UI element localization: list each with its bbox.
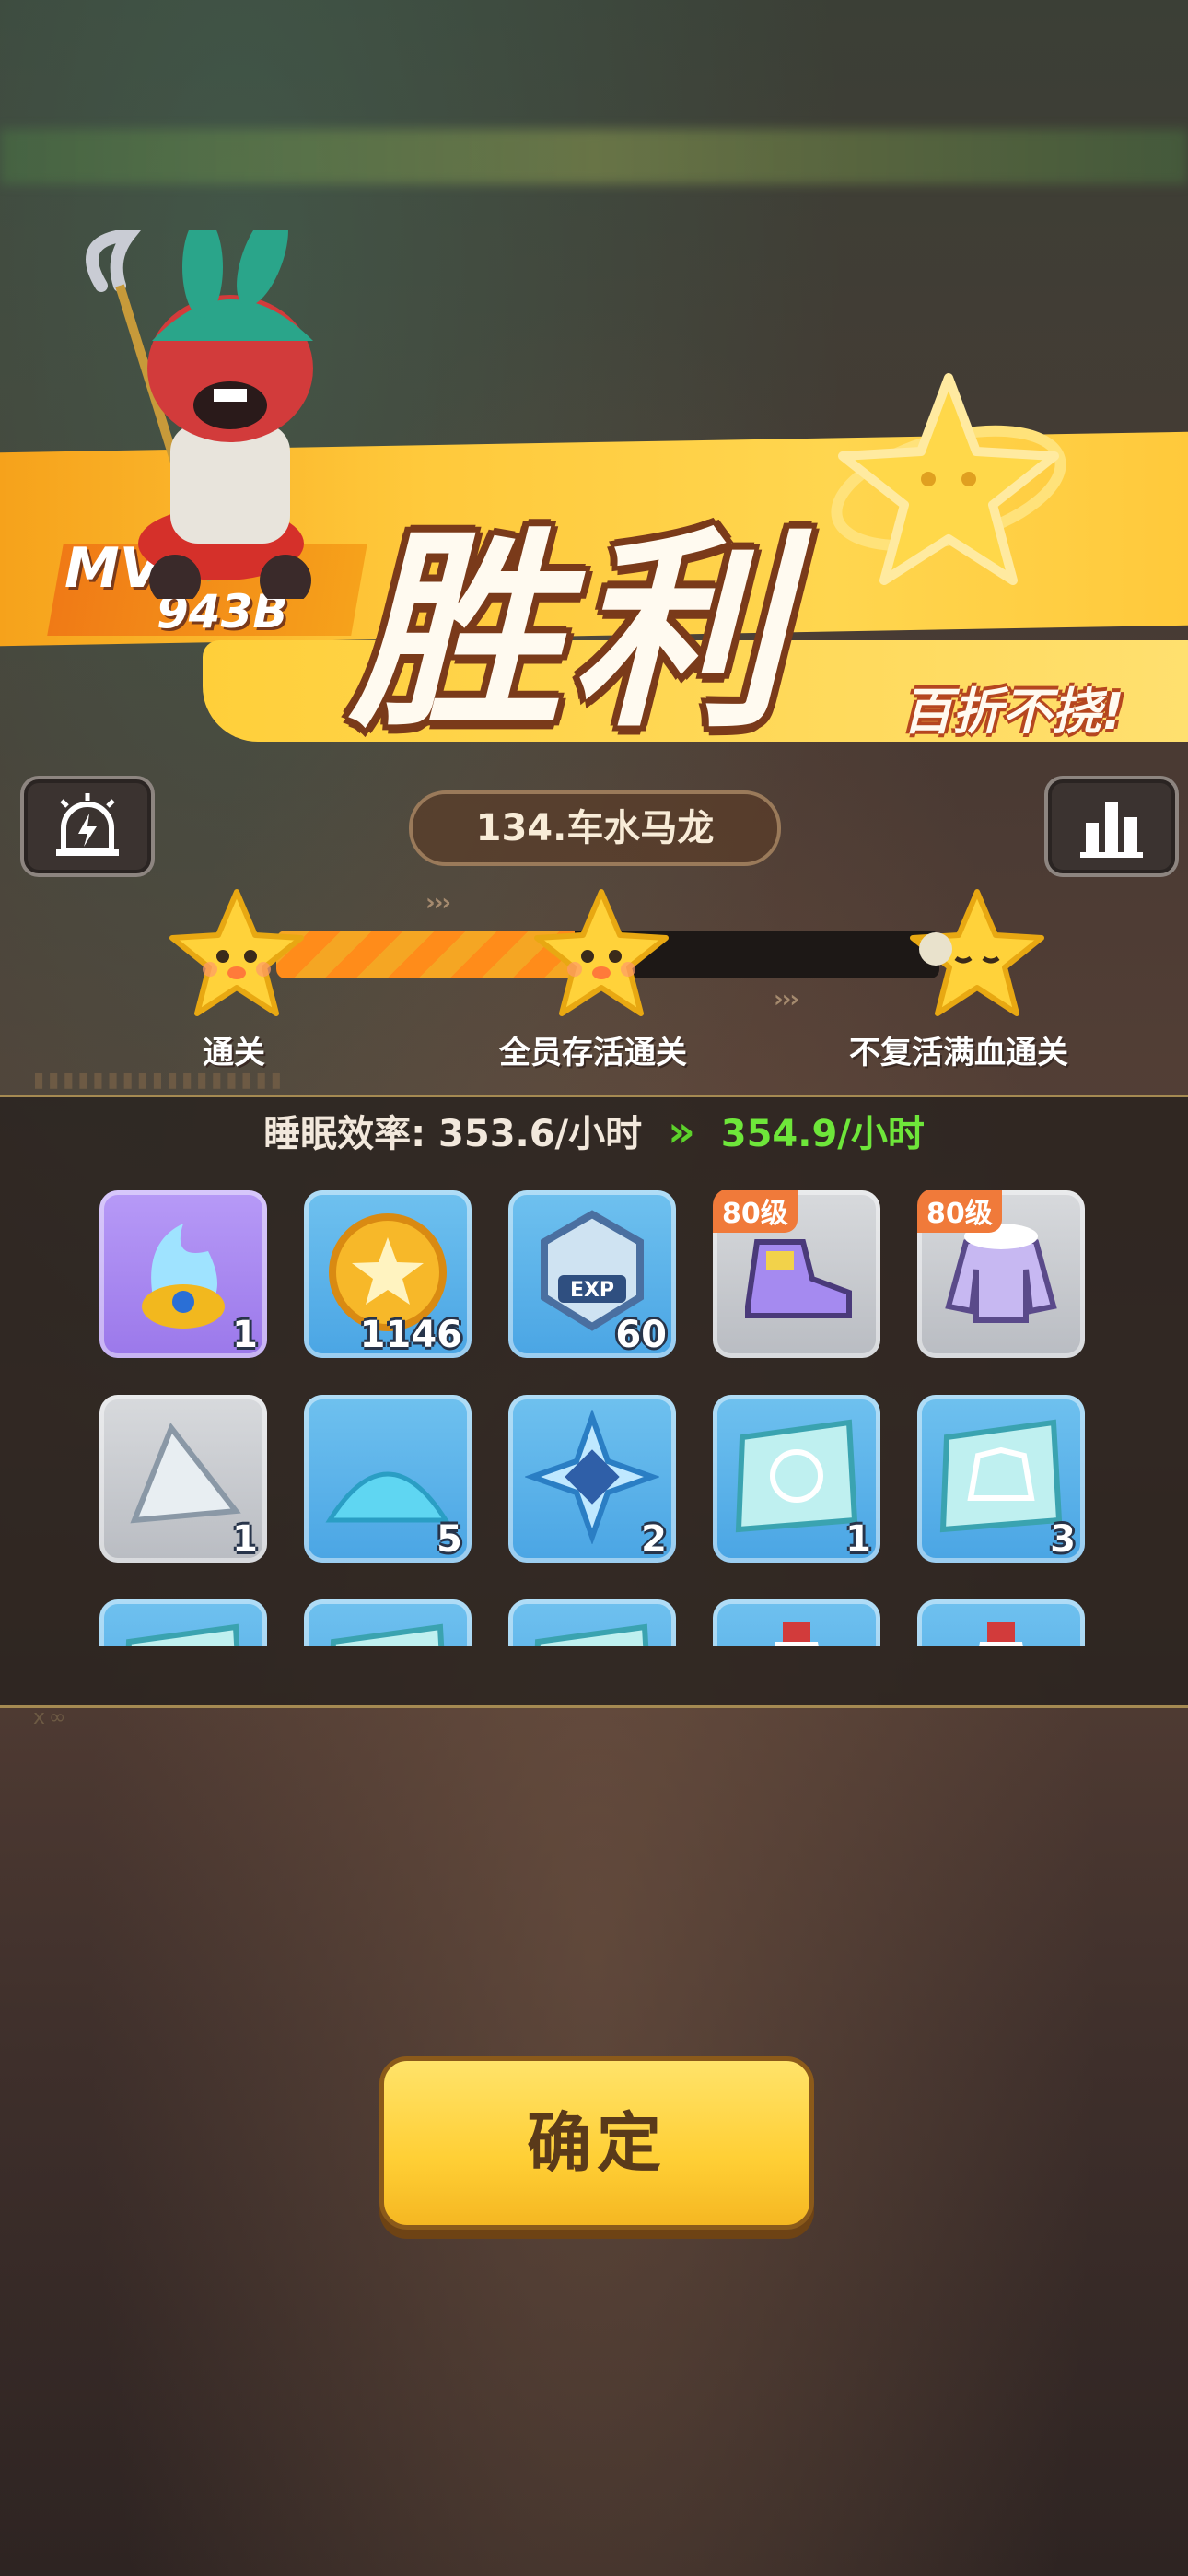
sleep-label: 睡眠效率:: [263, 1113, 426, 1155]
level-badge: 80级: [917, 1190, 1002, 1233]
item-quantity: 1146: [359, 1314, 462, 1356]
star-progress-fill: [276, 931, 575, 978]
bar-chart-icon: [1080, 802, 1143, 858]
confirm-button[interactable]: 确定: [379, 2056, 814, 2230]
deco-bar: ⅹ∞: [33, 1706, 70, 1729]
reward-item[interactable]: 1146: [304, 1190, 472, 1358]
item-quantity: 3: [1050, 1518, 1076, 1561]
star-label-all-alive: 全员存活通关: [499, 1035, 687, 1071]
progress-chevrons: ›››: [425, 889, 451, 917]
item-quantity: 60: [615, 1314, 667, 1356]
star-label-clear: 通关: [203, 1035, 265, 1071]
stats-button[interactable]: [1044, 776, 1179, 877]
level-name: 134.车水马龙: [409, 790, 781, 866]
reward-item[interactable]: 5: [304, 1395, 472, 1563]
alarm-button[interactable]: [20, 776, 155, 877]
reward-item[interactable]: [508, 1599, 676, 1646]
reward-item[interactable]: 1: [99, 1395, 267, 1563]
ringed-star-icon: [831, 373, 1066, 585]
reward-item[interactable]: 1: [99, 1190, 267, 1358]
item-quantity: 1: [232, 1518, 258, 1561]
item-quantity: 1: [845, 1518, 871, 1561]
reward-item[interactable]: 80级: [917, 1190, 1085, 1358]
star-label-no-revive: 不复活满血通关: [849, 1035, 1068, 1071]
reward-item[interactable]: EXP 60: [508, 1190, 676, 1358]
star-sleeping-icon: [910, 889, 1044, 1016]
reward-item[interactable]: 3: [917, 1395, 1085, 1563]
mvp-character-icon: [86, 230, 313, 599]
reward-item[interactable]: [304, 1599, 472, 1646]
star-achieved-icon: [169, 889, 304, 1016]
reward-item[interactable]: 80级: [713, 1190, 880, 1358]
reward-item[interactable]: 2: [508, 1395, 676, 1563]
sleep-efficiency: 睡眠效率: 353.6/小时 » 354.9/小时: [0, 1104, 1188, 1157]
svg-text:EXP: EXP: [570, 1279, 614, 1302]
background-stripe: [0, 129, 1188, 184]
deco-bar: ▮▮▮▮▮▮▮▮▮▮▮▮▮▮▮▮▮: [33, 1069, 285, 1092]
reward-grid: 1 1146 EXP 60 80级 80级 1 5 2 1 3: [99, 1190, 1094, 1646]
item-quantity: 5: [437, 1518, 462, 1561]
sleep-new-value: 354.9/小时: [720, 1113, 925, 1155]
item-quantity: 2: [641, 1518, 667, 1561]
reward-item[interactable]: [713, 1599, 880, 1646]
reward-item[interactable]: [917, 1599, 1085, 1646]
victory-title: 胜利: [350, 510, 792, 756]
star-achieved-icon: [534, 889, 669, 1016]
alarm-lightning-icon: [56, 793, 119, 856]
victory-slogan: 百折不挠!: [903, 683, 1124, 741]
sleep-old-value: 353.6/小时: [438, 1113, 643, 1155]
double-arrow-icon: »: [668, 1107, 695, 1156]
reward-item[interactable]: 1: [713, 1395, 880, 1563]
item-quantity: 1: [232, 1314, 258, 1356]
level-badge: 80级: [713, 1190, 798, 1233]
progress-chevrons: ›››: [774, 986, 799, 1013]
reward-item[interactable]: [99, 1599, 267, 1646]
